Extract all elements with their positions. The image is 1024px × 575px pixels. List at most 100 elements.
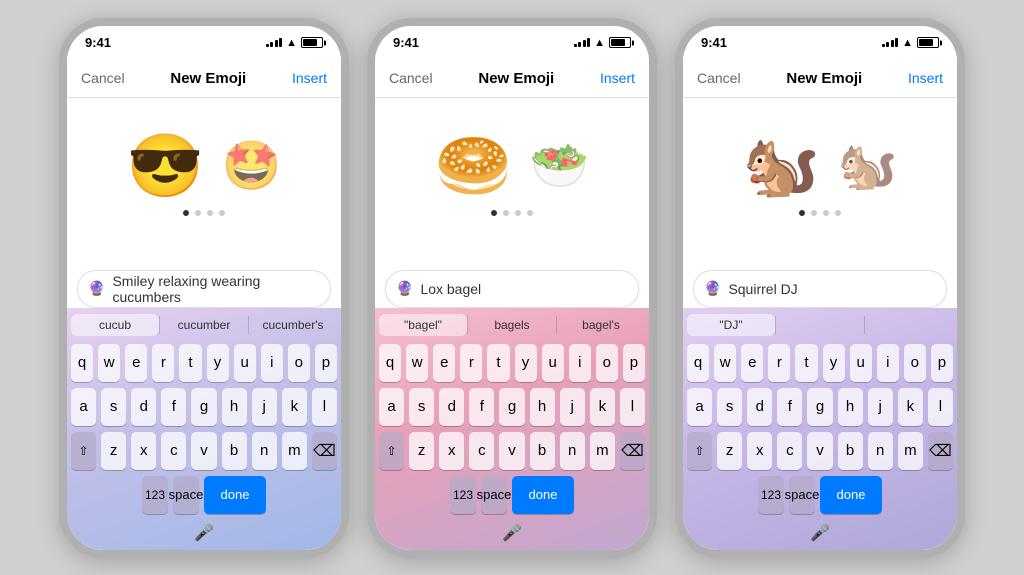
- key-f[interactable]: f: [777, 388, 802, 426]
- suggestion-2[interactable]: bagel's: [557, 314, 645, 336]
- space-key[interactable]: space: [481, 476, 507, 514]
- suggestion-0[interactable]: cucub: [71, 314, 159, 336]
- key-r[interactable]: r: [152, 344, 174, 382]
- shift-key[interactable]: ⇧: [379, 432, 404, 470]
- cancel-button[interactable]: Cancel: [81, 70, 125, 86]
- key-s[interactable]: s: [409, 388, 434, 426]
- key-s[interactable]: s: [101, 388, 126, 426]
- key-y[interactable]: y: [515, 344, 537, 382]
- done-key[interactable]: done: [204, 476, 266, 514]
- suggestion-0[interactable]: "DJ": [687, 314, 775, 336]
- key-c[interactable]: c: [469, 432, 494, 470]
- key-g[interactable]: g: [499, 388, 524, 426]
- mic-icon[interactable]: 🎤: [810, 523, 830, 543]
- key-y[interactable]: y: [823, 344, 845, 382]
- key-j[interactable]: j: [252, 388, 277, 426]
- key-m[interactable]: m: [590, 432, 615, 470]
- delete-key[interactable]: ⌫: [620, 432, 645, 470]
- key-c[interactable]: c: [777, 432, 802, 470]
- suggestion-1[interactable]: cucumber: [160, 314, 248, 336]
- key-w[interactable]: w: [406, 344, 428, 382]
- key-g[interactable]: g: [191, 388, 216, 426]
- key-q[interactable]: q: [71, 344, 93, 382]
- insert-button[interactable]: Insert: [292, 70, 327, 86]
- emoji-main[interactable]: 😎: [127, 136, 204, 198]
- key-y[interactable]: y: [207, 344, 229, 382]
- key-d[interactable]: d: [747, 388, 772, 426]
- search-bar[interactable]: 🔮 Lox bagel: [385, 270, 639, 308]
- key-j[interactable]: j: [560, 388, 585, 426]
- key-o[interactable]: o: [596, 344, 618, 382]
- key-x[interactable]: x: [439, 432, 464, 470]
- key-a[interactable]: a: [687, 388, 712, 426]
- key-o[interactable]: o: [904, 344, 926, 382]
- key-k[interactable]: k: [590, 388, 615, 426]
- done-key[interactable]: done: [512, 476, 574, 514]
- key-b[interactable]: b: [222, 432, 247, 470]
- emoji-main[interactable]: 🥯: [435, 136, 512, 198]
- key-z[interactable]: z: [101, 432, 126, 470]
- key-i[interactable]: i: [569, 344, 591, 382]
- num-key[interactable]: 123: [450, 476, 476, 514]
- key-l[interactable]: l: [312, 388, 337, 426]
- key-w[interactable]: w: [98, 344, 120, 382]
- key-k[interactable]: k: [282, 388, 307, 426]
- key-h[interactable]: h: [530, 388, 555, 426]
- suggestion-1[interactable]: [776, 321, 864, 329]
- shift-key[interactable]: ⇧: [687, 432, 712, 470]
- num-key[interactable]: 123: [758, 476, 784, 514]
- key-l[interactable]: l: [620, 388, 645, 426]
- key-p[interactable]: p: [623, 344, 645, 382]
- key-f[interactable]: f: [161, 388, 186, 426]
- mic-icon[interactable]: 🎤: [502, 523, 522, 543]
- key-a[interactable]: a: [379, 388, 404, 426]
- space-key[interactable]: space: [173, 476, 199, 514]
- delete-key[interactable]: ⌫: [928, 432, 953, 470]
- key-p[interactable]: p: [931, 344, 953, 382]
- key-u[interactable]: u: [850, 344, 872, 382]
- key-v[interactable]: v: [191, 432, 216, 470]
- key-j[interactable]: j: [868, 388, 893, 426]
- key-d[interactable]: d: [131, 388, 156, 426]
- insert-button[interactable]: Insert: [600, 70, 635, 86]
- key-z[interactable]: z: [409, 432, 434, 470]
- key-e[interactable]: e: [125, 344, 147, 382]
- key-a[interactable]: a: [71, 388, 96, 426]
- key-q[interactable]: q: [687, 344, 709, 382]
- key-w[interactable]: w: [714, 344, 736, 382]
- key-k[interactable]: k: [898, 388, 923, 426]
- key-g[interactable]: g: [807, 388, 832, 426]
- key-q[interactable]: q: [379, 344, 401, 382]
- key-r[interactable]: r: [460, 344, 482, 382]
- emoji-secondary[interactable]: 🤩: [222, 143, 282, 191]
- key-p[interactable]: p: [315, 344, 337, 382]
- emoji-main[interactable]: 🐿️: [743, 136, 820, 198]
- done-key[interactable]: done: [820, 476, 882, 514]
- key-f[interactable]: f: [469, 388, 494, 426]
- key-m[interactable]: m: [282, 432, 307, 470]
- emoji-secondary[interactable]: 🐿️: [838, 143, 898, 191]
- key-u[interactable]: u: [542, 344, 564, 382]
- key-x[interactable]: x: [131, 432, 156, 470]
- key-s[interactable]: s: [717, 388, 742, 426]
- suggestion-0[interactable]: "bagel": [379, 314, 467, 336]
- suggestion-2[interactable]: cucumber's: [249, 314, 337, 336]
- emoji-secondary[interactable]: 🥗: [530, 143, 590, 191]
- cancel-button[interactable]: Cancel: [697, 70, 741, 86]
- suggestion-2[interactable]: [865, 321, 953, 329]
- key-v[interactable]: v: [807, 432, 832, 470]
- key-x[interactable]: x: [747, 432, 772, 470]
- key-b[interactable]: b: [530, 432, 555, 470]
- key-d[interactable]: d: [439, 388, 464, 426]
- key-n[interactable]: n: [560, 432, 585, 470]
- search-bar[interactable]: 🔮 Smiley relaxing wearing cucumbers: [77, 270, 331, 308]
- key-e[interactable]: e: [741, 344, 763, 382]
- key-t[interactable]: t: [487, 344, 509, 382]
- key-m[interactable]: m: [898, 432, 923, 470]
- key-u[interactable]: u: [234, 344, 256, 382]
- mic-icon[interactable]: 🎤: [194, 523, 214, 543]
- key-t[interactable]: t: [795, 344, 817, 382]
- key-n[interactable]: n: [868, 432, 893, 470]
- key-n[interactable]: n: [252, 432, 277, 470]
- suggestion-1[interactable]: bagels: [468, 314, 556, 336]
